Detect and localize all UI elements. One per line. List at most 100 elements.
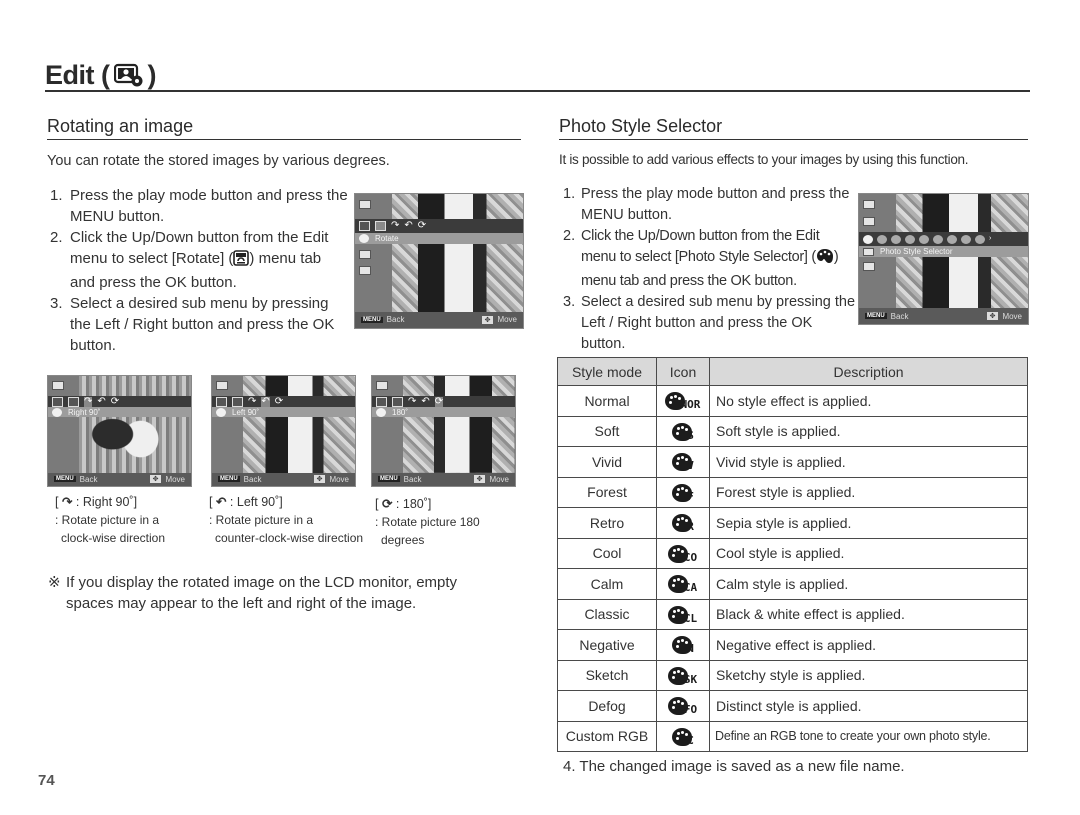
rotate-left-icon: ↶ — [97, 395, 106, 407]
lcd-rotate-tab-icon — [52, 396, 63, 407]
palette-icon — [665, 392, 686, 411]
lcd-photo — [403, 376, 515, 473]
lcd-label-row: 180˚ — [372, 407, 515, 417]
rotate-180-caption: [ ⟳ : 180˚] : Rotate picture 180 degrees — [375, 497, 480, 547]
style-mode-cell: Custom RGB — [557, 720, 657, 752]
rotate-left-icon: ↶ — [261, 395, 270, 407]
photo-style-section-title: Photo Style Selector — [559, 116, 1028, 140]
style-calm-icon — [961, 234, 971, 244]
style-negative-icon: N — [671, 632, 695, 655]
lcd-bottom-bar: MENU Back ✥ Move — [372, 472, 515, 486]
style-retro-icon: R — [671, 510, 695, 533]
style-calm-icon: CA — [668, 571, 698, 594]
style-mode-cell: Negative — [557, 629, 657, 661]
photo-style-lcd-screen: › Photo Style Selector MENU Back ✥ Move — [858, 193, 1029, 325]
style-classic-icon: CL — [668, 602, 698, 624]
move-icon: ✥ — [473, 475, 486, 484]
lcd-edit-icon — [359, 200, 371, 209]
style-icon-cell: CO — [656, 537, 710, 569]
lcd-edit-icon — [216, 381, 228, 390]
rotate-left-icon: ↶ — [215, 495, 227, 509]
lcd-label-row: Rotate — [355, 233, 523, 244]
rotate-section-title: Rotating an image — [47, 116, 521, 140]
palette-icon — [668, 575, 689, 594]
style-cool-icon — [947, 234, 957, 244]
photo-style-steps: 1. Press the play mode button and press … — [563, 184, 858, 355]
rotate-step-1: 1. Press the play mode button and press … — [50, 187, 348, 225]
rotate-icon — [233, 250, 250, 272]
style-retro-icon — [933, 234, 943, 244]
palette-icon — [671, 422, 692, 441]
header-description: Description — [709, 357, 1028, 386]
header-icon: Icon — [656, 357, 710, 386]
style-forest-icon: F — [671, 480, 695, 502]
rotate-left-caption: [ ↶ : Left 90˚] : Rotate picture in a co… — [209, 495, 364, 545]
style-description-cell: Vivid style is applied. — [709, 446, 1028, 478]
style-custom-rgb-icon: C — [671, 724, 695, 746]
lcd-rotate-tab-icon — [359, 221, 370, 231]
style-description-cell: Sepia style is applied. — [709, 507, 1028, 539]
palette-icon — [376, 407, 386, 417]
lcd-bottom-bar: MENU Back ✥ Move — [355, 311, 523, 328]
edit-photo-gear-icon — [113, 63, 144, 87]
lcd-tab-row: ↷ ↶ ⟳ — [355, 219, 523, 233]
palette-icon — [671, 483, 692, 502]
rotate-180-icon: ⟳ — [274, 395, 284, 407]
lcd-image-edit-icon — [863, 247, 874, 256]
rotate-180-icon: ⟳ — [417, 220, 427, 231]
photo-style-step-4: 4. The changed image is saved as a new f… — [563, 758, 905, 775]
style-description-cell: No style effect is applied. — [709, 385, 1028, 417]
page-title-close: ) — [147, 60, 157, 90]
style-mode-cell: Vivid — [557, 446, 657, 478]
style-icon-cell: C — [656, 720, 710, 752]
style-icon-cell: R — [656, 507, 710, 539]
rotate-intro: You can rotate the stored images by vari… — [47, 153, 390, 169]
rotate-right-lcd: ↷ ↶ ⟳ Right 90˚ MENU Back ✥ Move — [47, 375, 192, 487]
palette-icon — [216, 407, 226, 417]
palette-icon — [671, 636, 692, 655]
lcd-photo — [391, 194, 523, 312]
style-sketch-icon: SK — [668, 663, 698, 685]
lcd-print-icon — [863, 262, 875, 271]
style-icon-cell: F — [656, 476, 710, 508]
style-forest-icon — [919, 234, 929, 244]
style-icon-cell: FO — [656, 690, 710, 722]
move-icon: ✥ — [149, 475, 162, 484]
header-style-mode: Style mode — [557, 357, 657, 386]
page-title: Edit ( ) — [45, 60, 1030, 92]
style-mode-cell: Soft — [557, 415, 657, 447]
table-row: Sketch SK Sketchy style is applied. — [557, 659, 1028, 691]
palette-icon — [668, 605, 689, 624]
rotate-lcd-screen: ↷ ↶ ⟳ Rotate MENU Back ✥ Move — [354, 193, 524, 329]
style-mode-cell: Cool — [557, 537, 657, 569]
style-vivid-icon: V — [671, 449, 695, 472]
style-mode-cell: Forest — [557, 476, 657, 508]
chevron-right-icon: › — [989, 235, 992, 242]
style-classic-icon — [975, 234, 985, 244]
style-description-cell: Define an RGB tone to create your own ph… — [709, 720, 1028, 752]
palette-icon — [863, 234, 873, 244]
palette-icon — [671, 727, 692, 746]
style-description-cell: Negative effect is applied. — [709, 629, 1028, 661]
table-row: Custom RGB C Define an RGB tone to create … — [557, 720, 1028, 752]
palette-icon — [668, 666, 689, 685]
style-icon-cell: V — [656, 446, 710, 478]
table-row: Classic CL Black & white effect is applied… — [557, 598, 1028, 630]
style-description-cell: Forest style is applied. — [709, 476, 1028, 508]
style-description-cell: Sketchy style is applied. — [709, 659, 1028, 691]
style-description-cell: Distinct style is applied. — [709, 690, 1028, 722]
style-normal-icon: NOR — [665, 388, 701, 411]
style-cool-icon: CO — [668, 541, 698, 563]
style-icon-cell: CL — [656, 598, 710, 630]
photo-style-step-2: 2. Click the Up/Down button from the Edi… — [563, 228, 839, 289]
rotate-steps: 1. Press the play mode button and press … — [50, 185, 350, 356]
rotate-left-lcd: ↷ ↶ ⟳ Left 90˚ MENU Back ✥ Move — [211, 375, 356, 487]
lcd-resize-tab-icon — [68, 396, 79, 407]
photo-style-table: Style mode Icon Description Normal NOR No … — [557, 357, 1028, 752]
style-vivid-icon — [905, 234, 915, 244]
table-header-row: Style mode Icon Description — [557, 357, 1028, 386]
rotate-right-icon: ↷ — [408, 395, 417, 407]
style-mode-cell: Sketch — [557, 659, 657, 691]
lcd-label-row: Left 90˚ — [212, 407, 355, 417]
style-icon-cell: SK — [656, 659, 710, 691]
